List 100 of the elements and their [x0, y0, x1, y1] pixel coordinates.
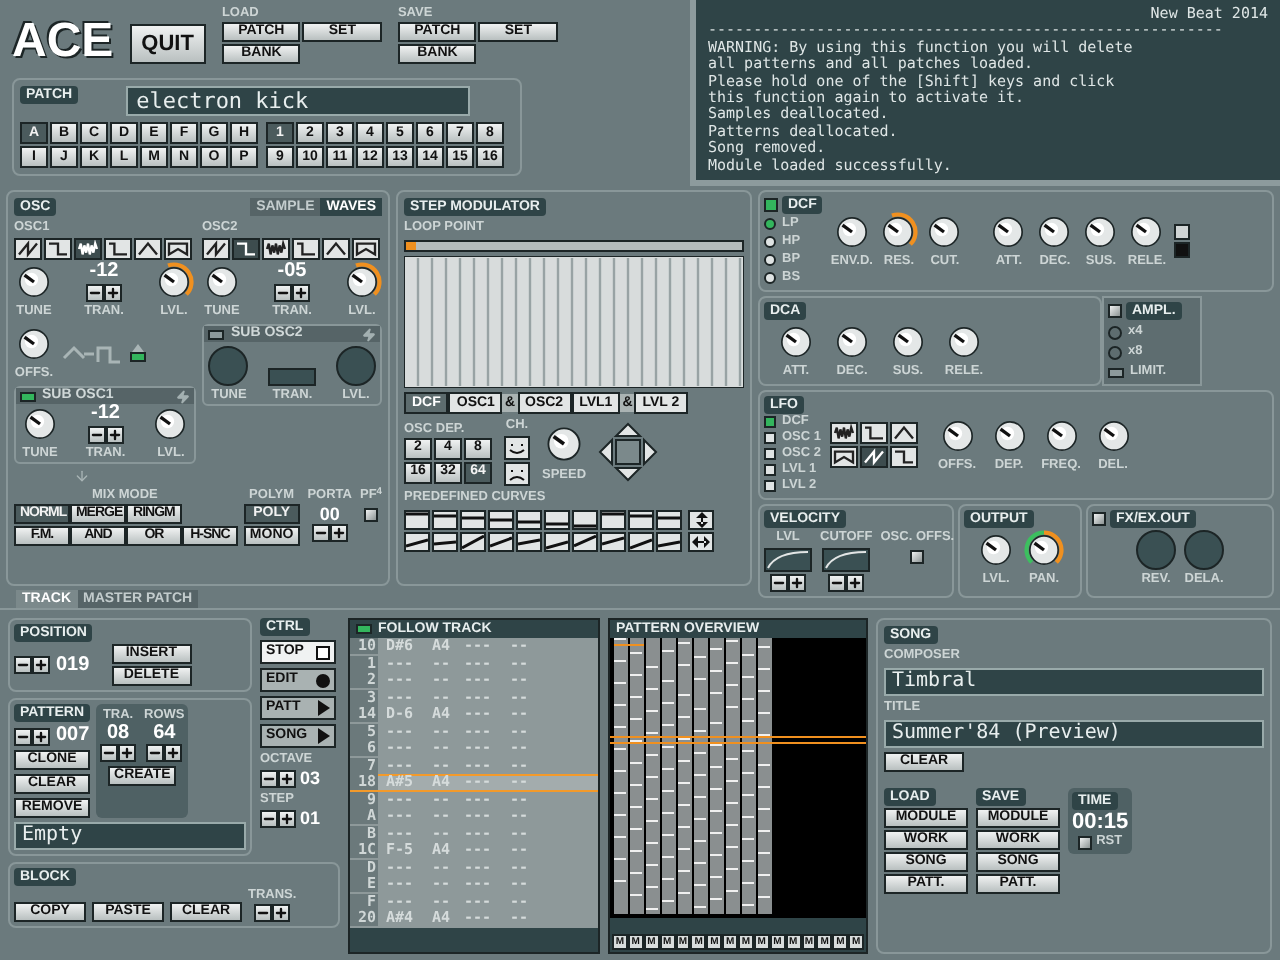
knob[interactable] — [14, 324, 54, 364]
curve-button[interactable] — [656, 532, 682, 552]
radio-button[interactable] — [1108, 345, 1122, 359]
knob[interactable] — [976, 530, 1016, 570]
curve-button[interactable] — [572, 510, 598, 530]
knob[interactable] — [150, 404, 191, 444]
knob[interactable] — [153, 262, 194, 302]
waveform-button[interactable] — [889, 422, 918, 444]
plus-button[interactable] — [164, 744, 183, 762]
step-grid-drawing[interactable] — [404, 256, 744, 388]
waveform-button[interactable] — [14, 238, 42, 260]
velocity-curve-icon[interactable] — [822, 548, 871, 572]
toggle-indicator[interactable] — [130, 352, 146, 362]
waveform-button[interactable] — [104, 238, 132, 260]
knob[interactable] — [20, 404, 60, 444]
knob[interactable] — [1126, 212, 1167, 252]
waveform-button[interactable] — [232, 238, 260, 260]
knob[interactable] — [1093, 416, 1134, 456]
patch-name-field[interactable]: electron kick — [126, 86, 471, 116]
knob[interactable] — [924, 212, 965, 252]
checkbox[interactable] — [1108, 304, 1122, 318]
minus-button[interactable] — [311, 524, 330, 542]
curve-button[interactable] — [516, 510, 542, 530]
horizontal-flip-button[interactable] — [688, 532, 714, 552]
knob[interactable] — [776, 322, 816, 362]
title-field[interactable]: Summer'84 (Preview) — [884, 720, 1264, 748]
knob[interactable] — [937, 416, 978, 456]
plus-button[interactable] — [278, 809, 296, 827]
curve-button[interactable] — [516, 532, 542, 552]
waveform-button[interactable] — [322, 238, 350, 260]
knob[interactable] — [989, 416, 1030, 456]
knob[interactable] — [888, 322, 928, 362]
frown-button[interactable] — [504, 462, 530, 486]
waveform-button[interactable] — [829, 446, 858, 468]
toggle-indicator[interactable] — [356, 624, 372, 634]
curve-button[interactable] — [628, 532, 654, 552]
composer-field[interactable]: Timbral — [884, 668, 1264, 696]
waveform-button[interactable] — [829, 422, 858, 444]
checkbox[interactable] — [1092, 512, 1106, 526]
toggle-indicator[interactable] — [208, 329, 225, 339]
radio-button[interactable] — [1108, 325, 1122, 339]
waveform-button[interactable] — [134, 238, 162, 260]
minus-button[interactable] — [254, 904, 273, 922]
minus-button[interactable] — [260, 809, 278, 827]
quit-button[interactable]: QUIT — [129, 24, 206, 64]
loop-point-track[interactable] — [404, 240, 744, 252]
curve-button[interactable] — [404, 510, 430, 530]
smile-button[interactable] — [504, 436, 530, 460]
plus-button[interactable] — [278, 769, 296, 787]
radio-button[interactable] — [764, 448, 776, 460]
minus-button[interactable] — [87, 426, 106, 444]
plus-button[interactable] — [788, 574, 806, 592]
checkbox[interactable] — [910, 550, 925, 564]
knob[interactable] — [1034, 212, 1075, 252]
plus-button[interactable] — [32, 727, 50, 745]
checkbox[interactable] — [764, 198, 778, 212]
waveform-button[interactable] — [352, 238, 380, 260]
minus-button[interactable] — [828, 574, 847, 592]
checkbox[interactable] — [1078, 835, 1093, 849]
minus-button[interactable] — [100, 744, 119, 762]
velocity-curve-icon[interactable] — [764, 548, 812, 572]
pattern-name-field[interactable]: Empty — [14, 822, 246, 850]
radio-button[interactable] — [764, 480, 776, 492]
curve-button[interactable] — [404, 532, 430, 552]
plus-button[interactable] — [32, 656, 50, 674]
knob[interactable] — [1024, 530, 1064, 570]
minus-button[interactable] — [14, 727, 32, 745]
direction-pad-icon[interactable] — [598, 422, 659, 482]
minus-button[interactable] — [146, 744, 165, 762]
radio-button[interactable] — [764, 272, 776, 284]
knob[interactable] — [988, 212, 1029, 252]
waveform-button[interactable] — [859, 422, 888, 444]
waveform-button[interactable] — [859, 446, 888, 468]
radio-button[interactable] — [764, 218, 776, 230]
minus-button[interactable] — [260, 769, 278, 787]
curve-button[interactable] — [544, 532, 570, 552]
vertical-flip-button[interactable] — [688, 510, 714, 530]
radio-button[interactable] — [764, 236, 776, 248]
envelope-mode-button[interactable] — [1174, 224, 1191, 240]
checkbox[interactable] — [363, 508, 378, 522]
curve-button[interactable] — [432, 510, 458, 530]
waveform-button[interactable] — [164, 238, 192, 260]
curve-button[interactable] — [488, 510, 514, 530]
radio-button[interactable] — [764, 432, 776, 444]
knob[interactable] — [831, 212, 872, 252]
curve-button[interactable] — [544, 510, 570, 530]
knob[interactable] — [1041, 416, 1082, 456]
plus-button[interactable] — [272, 904, 291, 922]
knob[interactable] — [1080, 212, 1121, 252]
plus-button[interactable] — [118, 744, 137, 762]
curve-button[interactable] — [460, 532, 486, 552]
radio-button[interactable] — [764, 416, 776, 428]
knob[interactable] — [878, 212, 919, 252]
waveform-button[interactable] — [889, 446, 918, 468]
minus-button[interactable] — [273, 284, 292, 302]
waveform-button[interactable] — [202, 238, 230, 260]
curve-button[interactable] — [460, 510, 486, 530]
waveform-button[interactable] — [74, 238, 102, 260]
knob[interactable] — [944, 322, 984, 362]
knob[interactable] — [202, 262, 242, 302]
